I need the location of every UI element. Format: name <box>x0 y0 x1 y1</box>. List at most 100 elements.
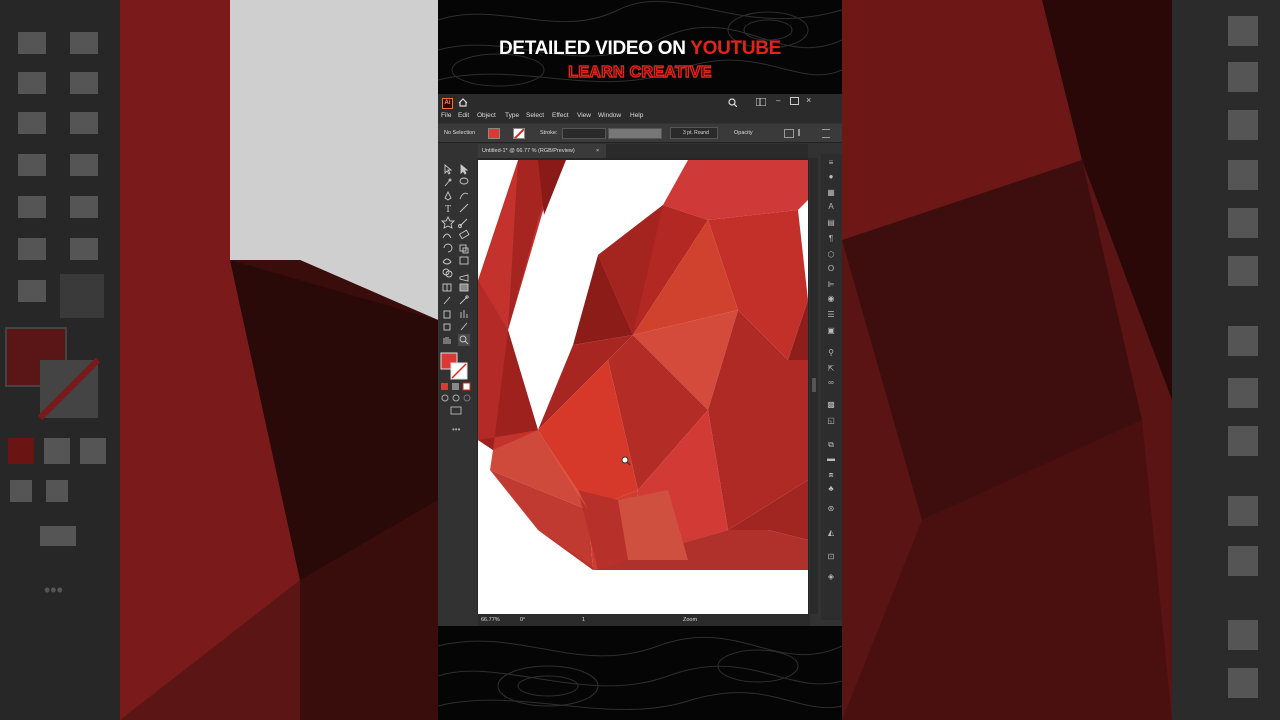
eyedropper-icon[interactable] <box>443 296 451 305</box>
puppet-warp-icon[interactable]: ⚲ <box>826 348 836 358</box>
appearance-icon[interactable]: ◉ <box>826 294 836 304</box>
type-icon[interactable]: T <box>445 204 451 215</box>
gradient-panel-icon[interactable]: ▬ <box>826 454 836 464</box>
arrange-icon[interactable] <box>756 98 766 106</box>
curvature-icon[interactable] <box>459 192 469 200</box>
blend-icon[interactable] <box>459 295 469 305</box>
svg-text:T: T <box>445 204 451 215</box>
image-trace-icon[interactable]: ⧈ <box>826 470 836 480</box>
stroke-panel-icon[interactable]: ☰ <box>826 310 836 320</box>
document-tab-bar: Untitled-1* @ 66.77 % (RGB/Preview) × <box>478 144 808 158</box>
paragraph-icon[interactable]: ¶ <box>826 234 836 244</box>
scroll-thumb[interactable] <box>812 378 816 392</box>
stroke-weight-input[interactable] <box>562 128 606 139</box>
selection-tool-icon[interactable] <box>444 164 453 175</box>
vertical-scrollbar[interactable] <box>810 158 818 614</box>
document-tab-close[interactable]: × <box>596 144 599 158</box>
free-transform-icon[interactable] <box>459 256 469 265</box>
opacity-label[interactable]: Opacity <box>734 130 753 136</box>
artboard[interactable] <box>478 160 808 614</box>
opentype-icon[interactable]: O <box>826 264 836 274</box>
svg-text:•••: ••• <box>44 580 63 600</box>
shape-builder-icon[interactable] <box>442 268 453 278</box>
align-icon[interactable] <box>784 129 794 138</box>
home-icon[interactable] <box>458 98 468 107</box>
maximize-icon[interactable] <box>790 97 799 105</box>
slice-icon[interactable] <box>460 322 468 331</box>
pathfinder2-icon[interactable]: ⧉ <box>826 440 836 450</box>
graph-icon[interactable] <box>460 310 468 318</box>
gradient-icon[interactable] <box>459 283 469 292</box>
transform-icon[interactable] <box>798 129 808 136</box>
line-icon[interactable] <box>459 203 469 213</box>
more-tools-icon[interactable]: ••• <box>452 425 461 434</box>
brushes-icon[interactable]: ⊛ <box>826 504 836 514</box>
minimize-icon[interactable]: – <box>776 96 784 105</box>
screen-mode-icon[interactable] <box>450 406 462 415</box>
brush-label: 3 pt. Round <box>683 130 709 136</box>
close-icon[interactable]: × <box>806 95 811 105</box>
transform-panel-icon[interactable]: ▩ <box>826 400 836 410</box>
swatches-icon[interactable]: ▦ <box>826 188 836 198</box>
none-mode-button[interactable] <box>462 382 471 391</box>
eraser-icon[interactable] <box>458 229 470 240</box>
graphic-styles-icon[interactable]: ◭ <box>826 528 836 538</box>
direct-selection-icon[interactable] <box>460 164 469 175</box>
menu-object[interactable]: Object <box>477 112 496 119</box>
transparency-icon[interactable]: ▣ <box>826 326 836 336</box>
glyphs-icon[interactable]: ▤ <box>826 218 836 228</box>
search-icon[interactable] <box>728 98 737 107</box>
3d-icon[interactable]: ⬡ <box>826 250 836 260</box>
stroke-color-swatch[interactable] <box>513 128 525 139</box>
export-icon[interactable]: ⇱ <box>826 364 836 374</box>
low-poly-artwork[interactable] <box>478 160 808 614</box>
draw-normal-icon[interactable] <box>441 394 449 402</box>
draw-inside-icon[interactable] <box>463 394 471 402</box>
magic-wand-icon[interactable] <box>444 178 452 187</box>
perspective-icon[interactable] <box>459 274 469 282</box>
illustrator-logo: Ai <box>442 98 453 109</box>
color-mode-button[interactable] <box>441 383 448 390</box>
layers-icon[interactable]: ◈ <box>826 572 836 582</box>
fill-color-swatch[interactable] <box>488 128 500 139</box>
variable-width-profile[interactable] <box>608 128 662 139</box>
menu-type[interactable]: Type <box>505 112 519 119</box>
pathfinder-icon[interactable]: ◱ <box>826 416 836 426</box>
scale-icon[interactable] <box>459 244 469 254</box>
width-icon[interactable] <box>442 258 452 265</box>
symbol-sprayer-icon[interactable] <box>443 310 451 319</box>
artboard-tool-icon[interactable] <box>443 323 451 331</box>
background-left-art: ••• <box>0 0 438 720</box>
rotation-value[interactable]: 0° <box>520 617 525 623</box>
symbols-icon[interactable]: ♣ <box>826 484 836 494</box>
lasso-icon[interactable] <box>459 177 469 185</box>
menu-window[interactable]: Window <box>598 112 621 119</box>
zoom-level[interactable]: 66.77% <box>481 617 500 623</box>
draw-behind-icon[interactable] <box>452 394 460 402</box>
menu-file[interactable]: File <box>441 112 451 119</box>
pen-icon[interactable] <box>444 190 452 201</box>
rectangle-icon[interactable] <box>440 215 456 229</box>
brush-definition-select[interactable]: 3 pt. Round <box>670 127 718 139</box>
artboard-number[interactable]: 1 <box>582 617 585 623</box>
menu-edit[interactable]: Edit <box>458 112 469 119</box>
color-icon[interactable]: ● <box>826 172 836 182</box>
menu-help[interactable]: Help <box>630 112 643 119</box>
hand-icon[interactable] <box>443 337 451 344</box>
character-icon[interactable]: A <box>826 202 836 212</box>
paintbrush-icon[interactable] <box>458 218 468 228</box>
links-icon[interactable]: ∞ <box>826 378 836 388</box>
align-panel-icon[interactable]: ⊫ <box>826 280 836 290</box>
properties-icon[interactable]: ≡ <box>826 158 836 168</box>
artboards-panel-icon[interactable]: ⊡ <box>826 552 836 562</box>
menu-view[interactable]: View <box>577 112 591 119</box>
shaper-icon[interactable] <box>442 233 452 239</box>
gradient-mode-button[interactable] <box>452 383 459 390</box>
panel-menu-icon[interactable] <box>822 129 830 138</box>
mesh-icon[interactable] <box>442 283 452 292</box>
menu-select[interactable]: Select <box>526 112 544 119</box>
document-tab[interactable]: Untitled-1* @ 66.77 % (RGB/Preview) × <box>478 144 606 158</box>
zoom-icon[interactable] <box>458 334 470 346</box>
menu-effect[interactable]: Effect <box>552 112 569 119</box>
rotate-icon[interactable] <box>443 243 453 253</box>
